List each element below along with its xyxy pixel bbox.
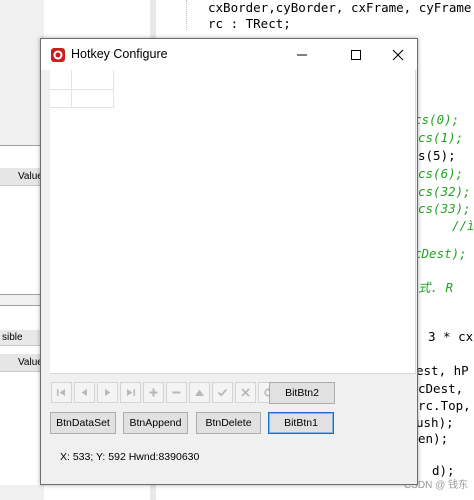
code-fragment: rc.Top,	[418, 398, 471, 413]
code-fragment: cDest);	[414, 246, 467, 261]
nav-insert-button[interactable]	[143, 382, 164, 403]
nav-cancel-button[interactable]	[235, 382, 256, 403]
object-inspector-panel: Value Value sible	[0, 0, 44, 500]
bitbtn1-button[interactable]: BitBtn1	[268, 412, 334, 434]
title-bar[interactable]: Hotkey Configure	[41, 39, 417, 70]
nav-next-button[interactable]	[97, 382, 118, 403]
nav-last-button[interactable]	[120, 382, 141, 403]
db-navigator	[51, 382, 281, 403]
nav-first-button[interactable]	[51, 382, 72, 403]
bitbtn2-button[interactable]: BitBtn2	[269, 382, 335, 404]
inspector-value-header-2: Value	[0, 354, 44, 372]
inspector-value-header: Value	[0, 168, 44, 186]
last-icon	[127, 389, 135, 396]
code-fragment: cDest,	[418, 381, 464, 396]
nav-prior-button[interactable]	[74, 382, 95, 403]
status-label: X: 533; Y: 592 Hwnd:8390630	[60, 451, 200, 463]
code-fragment: en);	[418, 431, 449, 446]
window-title: Hotkey Configure	[71, 47, 168, 61]
maximize-icon	[351, 49, 361, 60]
hotkey-configure-window: Hotkey Configure BitBtn2 BtnDataSet BtnA…	[40, 38, 418, 485]
inspector-grid-top: Value	[0, 145, 44, 295]
nav-post-button[interactable]	[212, 382, 233, 403]
triangle-up-icon	[195, 389, 204, 396]
code-fragment: 3 * cx	[428, 329, 474, 344]
btn-delete-button[interactable]: BtnDelete	[196, 412, 261, 434]
code-fragment: cs(6);	[418, 166, 464, 181]
minimize-icon	[297, 54, 307, 55]
code-fragment: cs(33);	[418, 201, 471, 216]
btn-dataset-button[interactable]: BtnDataSet	[50, 412, 116, 434]
code-fragment: cs(32);	[418, 184, 471, 199]
code-fragment: s(5);	[418, 148, 456, 163]
maximize-button[interactable]	[333, 39, 379, 70]
code-line-2: rc : TRect;	[208, 16, 291, 31]
close-button[interactable]	[375, 39, 421, 70]
grid-header-cell[interactable]	[72, 70, 114, 90]
code-fragment: //ì	[452, 218, 474, 233]
code-fragment: 式. R	[418, 280, 454, 295]
x-icon	[241, 388, 250, 397]
code-fragment: cs(0);	[414, 112, 460, 127]
code-fragment: est, hP	[416, 363, 469, 378]
btn-append-button[interactable]: BtnAppend	[123, 412, 188, 434]
prior-icon	[81, 389, 87, 396]
grid-indicator-cell	[50, 70, 72, 90]
minus-icon	[172, 391, 181, 394]
code-fragment: cs(1);	[418, 130, 464, 145]
nav-edit-button[interactable]	[189, 382, 210, 403]
data-grid[interactable]	[50, 70, 416, 374]
grid-indicator-cell-2	[50, 90, 72, 108]
next-icon	[105, 389, 111, 396]
close-icon	[392, 49, 404, 60]
grid-data-cell[interactable]	[72, 90, 114, 108]
check-icon	[217, 388, 228, 397]
inspector-tab[interactable]: sible	[0, 330, 44, 346]
plus-icon	[149, 388, 158, 397]
first-icon	[57, 389, 65, 396]
app-icon	[51, 48, 65, 62]
editor-fold-marks	[186, 0, 190, 30]
minimize-button[interactable]	[279, 39, 325, 70]
nav-delete-button[interactable]	[166, 382, 187, 403]
